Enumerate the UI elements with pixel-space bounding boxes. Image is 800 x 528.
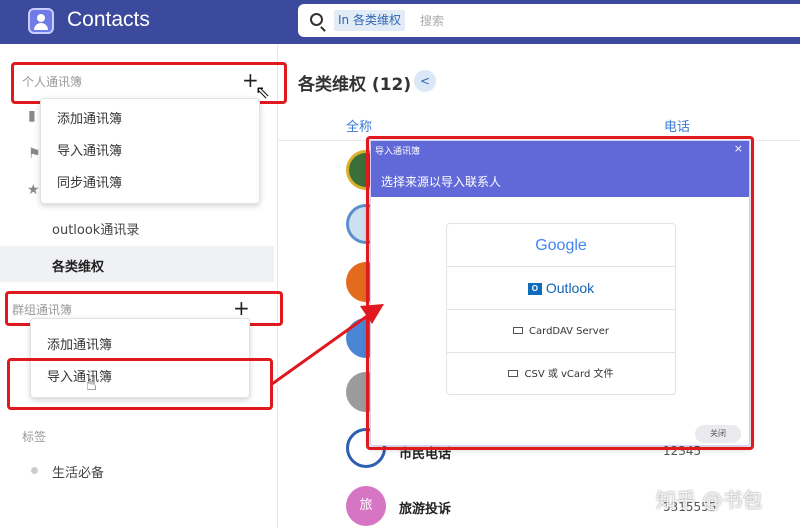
annotation-arrow — [271, 304, 384, 386]
